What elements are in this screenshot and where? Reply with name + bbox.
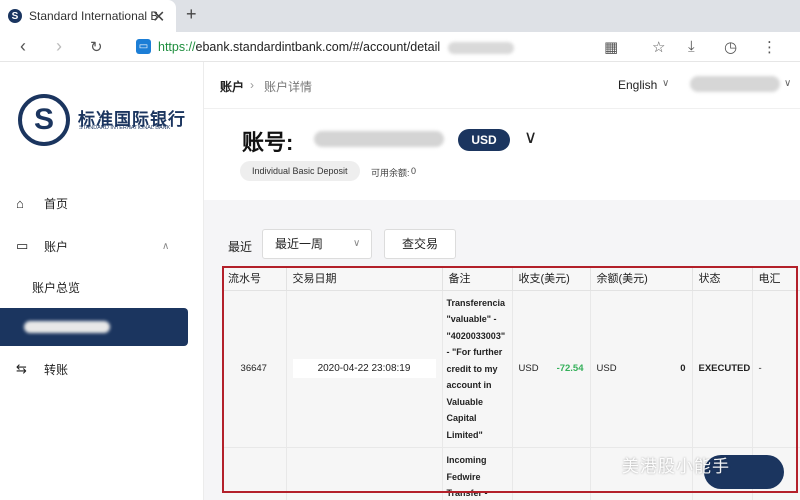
- currency-badge[interactable]: USD: [458, 129, 510, 151]
- redacted-account-name: [24, 321, 110, 333]
- browser-toolbar: ‹ › ↻ ▭ https://ebank.standardintbank.co…: [0, 32, 800, 62]
- home-icon: ⌂: [16, 195, 24, 211]
- breadcrumb-account[interactable]: 账户: [220, 78, 244, 95]
- card-icon: ▭: [16, 238, 29, 253]
- url-text: ebank.standardintbank.com/#/account/deta…: [195, 40, 441, 54]
- watermark-text: 美港股小能手: [622, 457, 730, 476]
- breadcrumb-account-detail: 账户详情: [264, 80, 313, 94]
- column-header-wire: 电汇: [752, 266, 800, 291]
- chevron-up-icon: ∧: [162, 240, 170, 252]
- main-content: 账户 › 账户详情 English ∨ ∨ 账号: USD ∨ Individu…: [204, 62, 800, 500]
- chevron-down-icon[interactable]: ∨: [662, 78, 669, 89]
- query-transactions-button[interactable]: 查交易: [384, 229, 456, 259]
- table-row[interactable]: 36647 2020-04-22 23:08:19 Transferencia …: [222, 290, 800, 448]
- amount-currency: USD: [518, 363, 539, 375]
- memo-cell: Incoming Fedwire Transfer -: [442, 447, 513, 500]
- transfer-icon: ⇆: [16, 361, 27, 376]
- chevron-down-icon[interactable]: ∨: [524, 127, 537, 148]
- period-select-value: 最近一周: [275, 237, 324, 251]
- balance-cell: USD 0: [590, 290, 693, 448]
- bank-name-en: STANDARD INTERNATIONAL BANK: [79, 125, 171, 131]
- sidebar-item-transfer[interactable]: ⇆ 转账: [0, 354, 204, 384]
- date-value: 2020-04-22 23:08:19: [292, 359, 436, 379]
- amount-cell: USD -72.54: [512, 290, 591, 448]
- chevron-down-icon[interactable]: ∨: [784, 78, 791, 89]
- new-tab-button[interactable]: +: [186, 4, 197, 25]
- address-bar[interactable]: https://ebank.standardintbank.com/#/acco…: [158, 40, 514, 54]
- account-summary-card: 账号: USD ∨ Individual Basic Deposit 可用余额:…: [204, 108, 800, 200]
- bank-favicon-icon: S: [8, 9, 22, 23]
- serial-cell: 36647: [222, 290, 287, 448]
- url-protocol: https://: [158, 40, 196, 54]
- sidebar-item-label: 账户: [44, 239, 69, 254]
- column-header-serial: 流水号: [222, 266, 287, 291]
- bank-logo-icon: S: [18, 94, 70, 146]
- date-cell: [286, 447, 443, 500]
- account-type-badge: Individual Basic Deposit: [240, 161, 360, 181]
- sidebar-item-label: 转账: [44, 362, 69, 377]
- redacted-username[interactable]: [690, 76, 780, 92]
- column-header-amount: 收支(美元): [512, 266, 591, 291]
- close-tab-icon[interactable]: ✕: [152, 7, 165, 27]
- column-header-balance: 余额(美元): [590, 266, 693, 291]
- period-select[interactable]: 最近一周 ∨: [262, 229, 372, 259]
- browser-tabbar: S Standard International Bank ✕ +: [0, 0, 800, 32]
- date-cell: 2020-04-22 23:08:19: [286, 290, 443, 448]
- forward-icon[interactable]: ›: [56, 36, 62, 57]
- redacted-account-number: [314, 131, 444, 147]
- table-header-row: 流水号 交易日期 备注 收支(美元) 余额(美元) 状态 电汇: [222, 266, 800, 291]
- breadcrumb-separator-icon: ›: [250, 78, 254, 92]
- amount-value: -72.54: [556, 363, 584, 375]
- sidebar-item-home[interactable]: ⌂ 首页: [0, 188, 204, 218]
- back-icon[interactable]: ‹: [20, 36, 26, 57]
- column-header-date: 交易日期: [286, 266, 443, 291]
- page-header: 账户 › 账户详情 English ∨ ∨: [204, 62, 800, 108]
- bookmark-star-icon[interactable]: ☆: [652, 38, 665, 56]
- available-balance-value: 0: [411, 166, 417, 176]
- sidebar-item-account-overview[interactable]: 账户总览: [0, 272, 204, 302]
- available-balance-label: 可用余额:: [371, 168, 410, 178]
- redacted-account-id: [447, 41, 514, 54]
- download-icon[interactable]: ⤓: [688, 38, 695, 55]
- column-header-status: 状态: [692, 266, 753, 291]
- history-icon[interactable]: ◷: [724, 38, 737, 56]
- serial-cell: [222, 447, 287, 500]
- chevron-down-icon: ∨: [353, 238, 361, 249]
- balance-currency: USD: [596, 363, 617, 375]
- period-filter-label: 最近: [228, 240, 253, 254]
- balance-value: 0: [680, 363, 686, 375]
- language-selector[interactable]: English: [618, 78, 657, 92]
- sidebar-item-label: 首页: [44, 196, 69, 211]
- amount-cell: [512, 447, 591, 500]
- sidebar-item-label: 账户总览: [32, 280, 81, 295]
- qr-code-icon[interactable]: ▦: [604, 38, 618, 56]
- wire-cell: -: [752, 290, 800, 448]
- sidebar-item-account[interactable]: ▭ 账户 ∧: [0, 231, 204, 261]
- reload-icon[interactable]: ↻: [90, 38, 103, 56]
- tab-title: Standard International Bank: [29, 9, 157, 23]
- sidebar-item-selected-account[interactable]: [0, 308, 188, 346]
- memo-cell: Transferencia "valuable" - "4020033003" …: [442, 290, 513, 448]
- site-info-icon[interactable]: ▭: [136, 39, 151, 54]
- account-number-label: 账号:: [242, 130, 294, 155]
- sidebar: S 标准国际银行 STANDARD INTERNATIONAL BANK ⌂ 首…: [0, 62, 204, 500]
- menu-icon[interactable]: ⋮: [762, 38, 777, 56]
- browser-tab[interactable]: S Standard International Bank ✕: [0, 0, 176, 32]
- status-cell: EXECUTED: [692, 290, 753, 448]
- column-header-memo: 备注: [442, 266, 513, 291]
